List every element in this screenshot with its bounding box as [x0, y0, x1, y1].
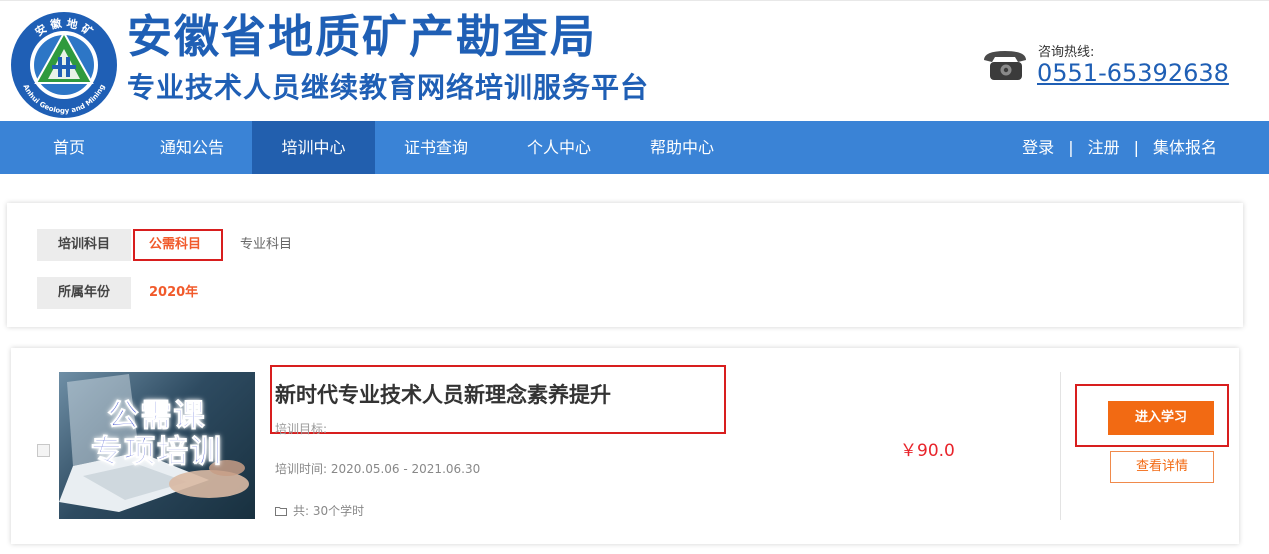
- course-hours-text: 共: 30个学时: [293, 504, 365, 518]
- filter-panel: 培训科目 公需科目 专业科目 所属年份 2020年: [7, 203, 1243, 327]
- course-hours: 共: 30个学时: [275, 502, 364, 519]
- telephone-icon: [984, 51, 1026, 80]
- site-subtitle: 专业技术人员继续教育网络培训服务平台: [127, 71, 650, 104]
- hotline-label: 咨询热线:: [1038, 45, 1095, 60]
- subject-option-professional[interactable]: 专业科目: [240, 229, 292, 261]
- nav-item-personal-center[interactable]: 个人中心: [507, 121, 611, 174]
- course-goal-label: 培训目标:: [275, 422, 328, 436]
- login-link[interactable]: 登录: [1022, 121, 1054, 174]
- thumbnail-line2: 专项培训: [91, 434, 223, 471]
- nav-item-help-center[interactable]: 帮助中心: [630, 121, 734, 174]
- course-thumbnail[interactable]: 公需课 专项培训: [59, 372, 255, 519]
- nav-account-links: 登录 | 注册 | 集体报名: [1022, 121, 1217, 174]
- folder-icon: [275, 507, 287, 516]
- view-details-button[interactable]: 查看详情: [1110, 451, 1214, 483]
- nav-separator: |: [1133, 138, 1139, 157]
- course-select-checkbox[interactable]: [37, 444, 50, 457]
- course-time: 培训时间: 2020.05.06 - 2021.06.30: [275, 462, 481, 476]
- subject-filter-label: 培训科目: [37, 229, 131, 261]
- nav-item-notices[interactable]: 通知公告: [140, 121, 244, 174]
- highlight-box: [270, 365, 726, 434]
- enter-study-button[interactable]: 进入学习: [1108, 401, 1214, 435]
- site-header: 安 徽 地 矿 Anhui Geology and Mining 安徽省地质矿产…: [0, 0, 1269, 121]
- anhui-geology-logo-icon[interactable]: 安 徽 地 矿 Anhui Geology and Mining: [8, 9, 120, 119]
- nav-separator: |: [1068, 138, 1074, 157]
- group-signup-link[interactable]: 集体报名: [1153, 121, 1217, 174]
- register-link[interactable]: 注册: [1088, 121, 1120, 174]
- course-price: ￥90.0: [900, 441, 955, 461]
- course-card: 公需课 专项培训 新时代专业技术人员新理念素养提升 培训目标: 培训时间: 20…: [11, 348, 1239, 544]
- year-filter-label: 所属年份: [37, 277, 131, 309]
- nav-item-training-center[interactable]: 培训中心: [252, 121, 375, 174]
- hotline-number-link[interactable]: 0551-65392638: [1037, 59, 1229, 87]
- nav-item-home[interactable]: 首页: [30, 121, 108, 174]
- site-title: 安徽省地质矿产勘查局: [127, 10, 598, 63]
- year-option-2020[interactable]: 2020年: [149, 277, 198, 309]
- highlight-box: [133, 229, 223, 261]
- divider: [1060, 372, 1061, 520]
- nav-item-certificate-query[interactable]: 证书查询: [384, 121, 488, 174]
- main-nav: 首页 通知公告 培训中心 证书查询 个人中心 帮助中心 登录 | 注册 | 集体报名: [0, 121, 1269, 174]
